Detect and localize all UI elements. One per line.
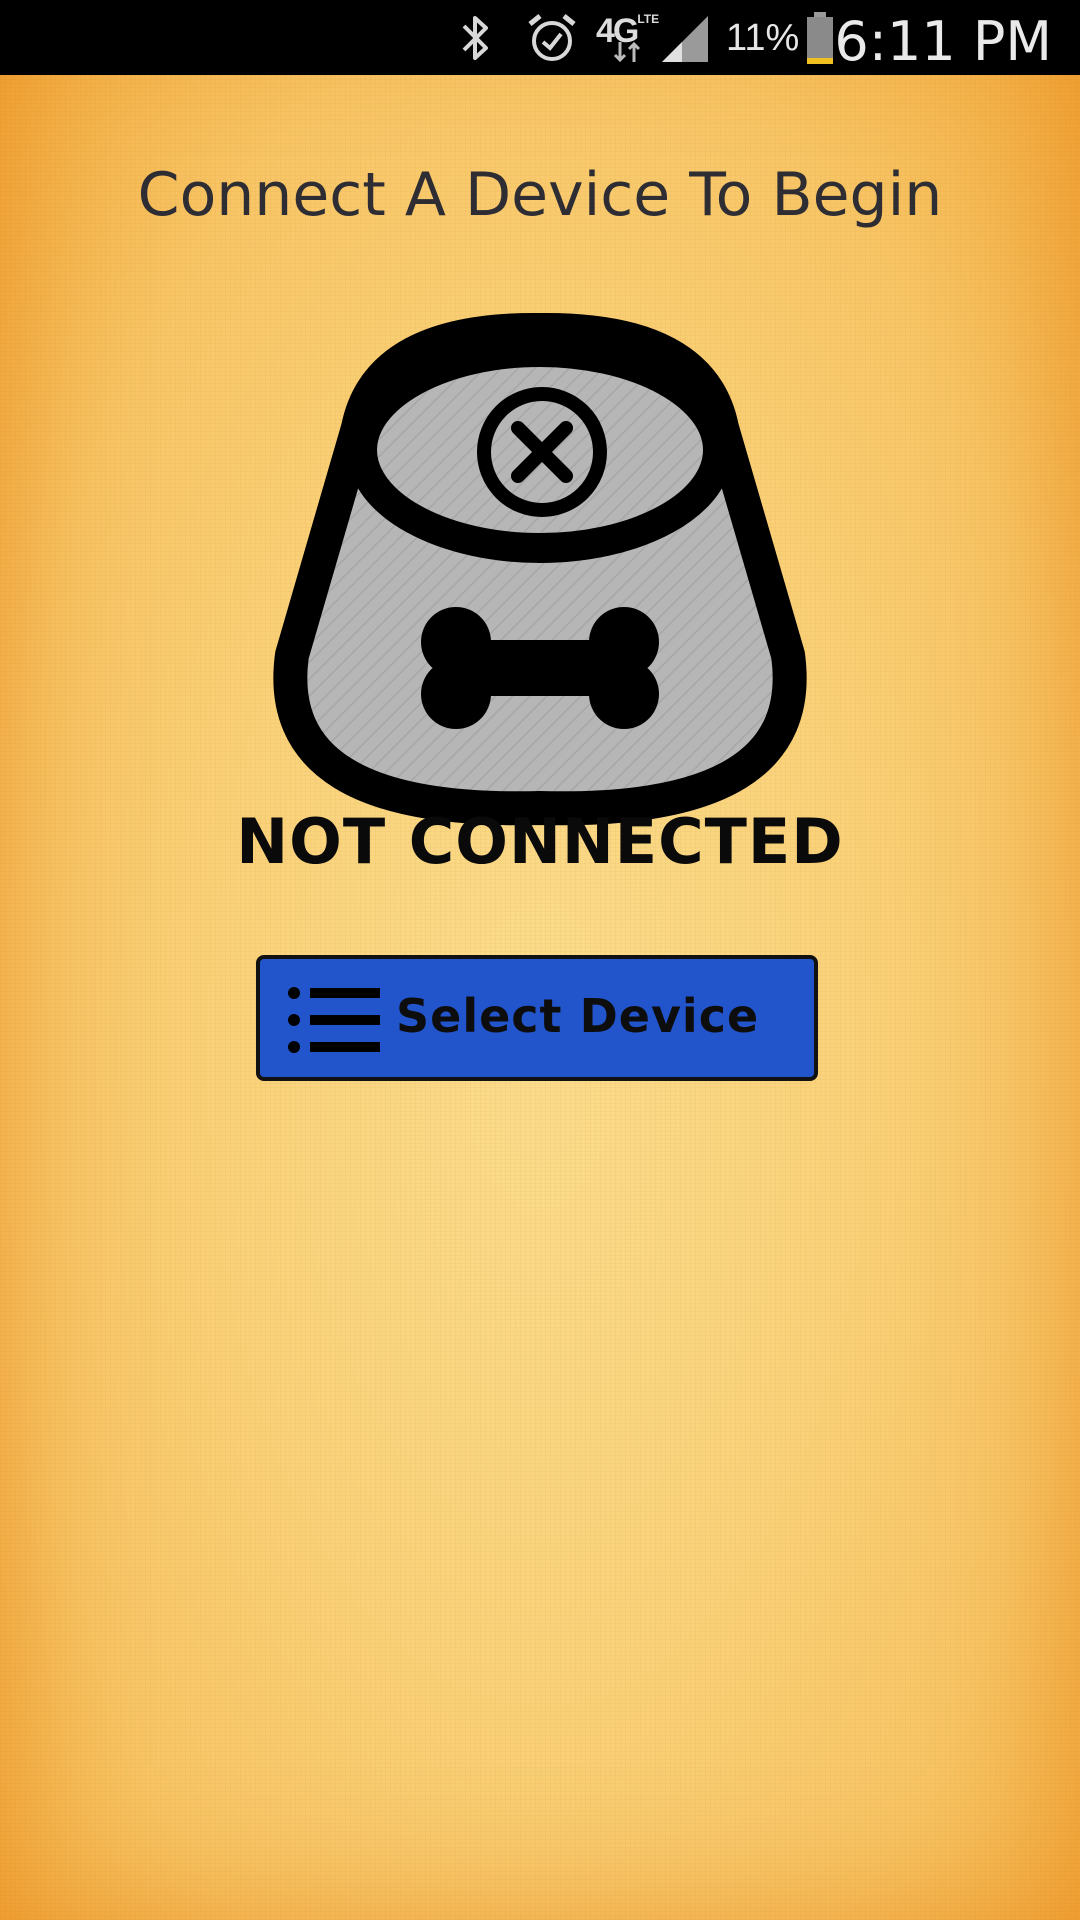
connection-status: NOT CONNECTED bbox=[236, 805, 844, 878]
battery-percent: 11% bbox=[726, 17, 800, 59]
page-title: Connect A Device To Begin bbox=[137, 160, 943, 230]
data-arrows-icon bbox=[613, 41, 641, 63]
bluetooth-icon bbox=[462, 16, 488, 60]
status-bar: 4GLTE 11% 6:11 PM bbox=[0, 0, 1080, 75]
dog-bowl-disconnected-icon bbox=[273, 312, 807, 826]
select-device-button[interactable]: Select Device bbox=[256, 955, 818, 1081]
status-clock: 6:11 PM bbox=[834, 10, 1052, 73]
signal-icon bbox=[662, 16, 708, 62]
list-icon bbox=[288, 987, 380, 1053]
select-device-label: Select Device bbox=[396, 989, 760, 1043]
alarm-icon bbox=[528, 14, 576, 61]
battery-icon bbox=[807, 12, 833, 64]
